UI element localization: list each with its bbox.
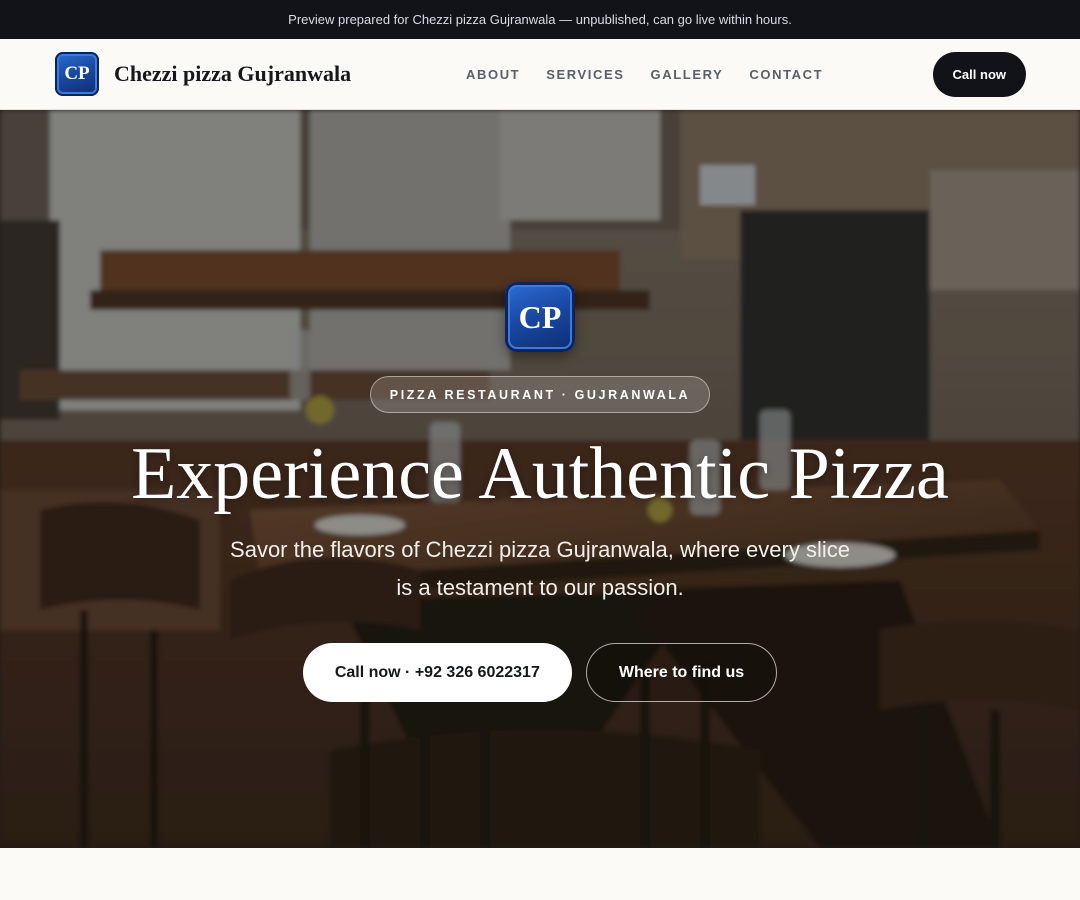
- hero-logo: CP: [505, 282, 575, 352]
- nav-link-gallery[interactable]: GALLERY: [651, 67, 724, 82]
- brand-name: Chezzi pizza Gujranwala: [114, 61, 352, 86]
- preview-banner-text: Preview prepared for Chezzi pizza Gujran…: [288, 12, 792, 27]
- hero-call-button[interactable]: Call now · +92 326 6022317: [302, 643, 572, 702]
- hero-section: CP PIZZA RESTAURANT · GUJRANWALA Experie…: [0, 110, 1080, 848]
- hero-location-button[interactable]: Where to find us: [585, 643, 778, 702]
- brand[interactable]: CP Chezzi pizza Gujranwala: [55, 52, 351, 96]
- preview-banner: Preview prepared for Chezzi pizza Gujran…: [0, 0, 1080, 39]
- hero-eyebrow-badge: PIZZA RESTAURANT · GUJRANWALA: [369, 376, 711, 413]
- hero-title: Experience Authentic Pizza: [131, 433, 949, 515]
- nav-link-contact[interactable]: CONTACT: [749, 67, 823, 82]
- hero-actions: Call now · +92 326 6022317 Where to find…: [302, 643, 778, 702]
- site-header: CP Chezzi pizza Gujranwala ABOUT SERVICE…: [0, 39, 1080, 110]
- nav-link-about[interactable]: ABOUT: [466, 67, 520, 82]
- nav-link-services[interactable]: SERVICES: [546, 67, 624, 82]
- header-call-button[interactable]: Call now: [932, 51, 1026, 97]
- main-nav: ABOUT SERVICES GALLERY CONTACT: [466, 39, 849, 110]
- brand-logo: CP: [55, 52, 99, 96]
- hero-subtitle: Savor the flavors of Chezzi pizza Gujran…: [230, 537, 850, 600]
- hero-content: CP PIZZA RESTAURANT · GUJRANWALA Experie…: [0, 110, 1080, 848]
